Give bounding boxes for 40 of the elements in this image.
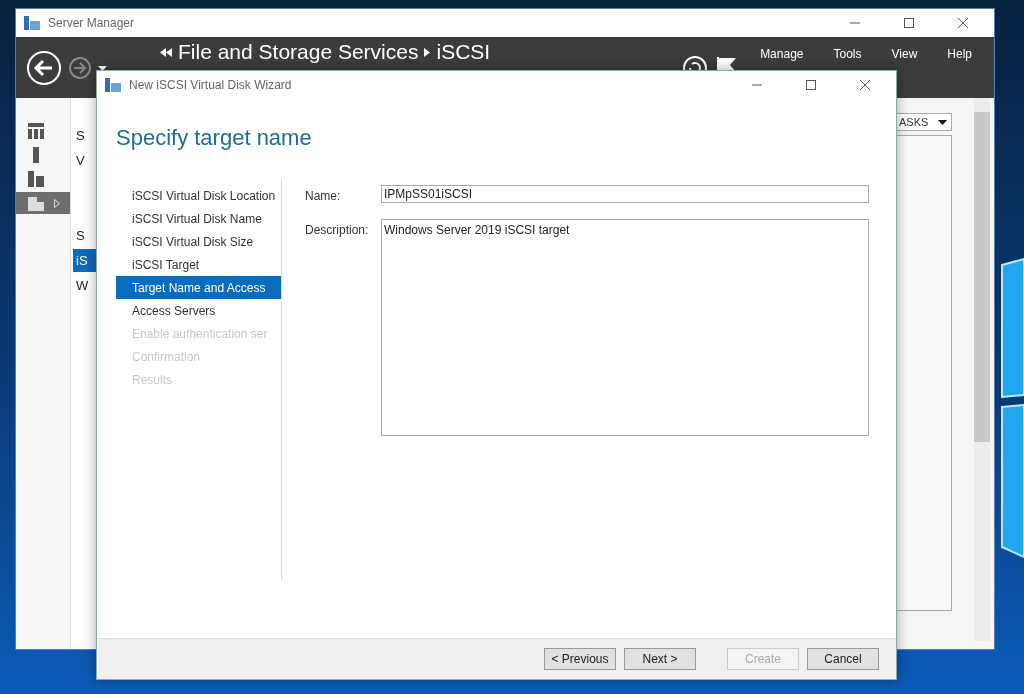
dropdown-arrow-icon: [938, 119, 947, 125]
description-input[interactable]: Windows Server 2019 iSCSI target: [381, 219, 869, 436]
tasks-dropdown[interactable]: ASKS: [894, 113, 952, 131]
wizard-step[interactable]: Access Servers: [116, 299, 281, 322]
field-label: Description:: [305, 222, 370, 239]
wizard-step[interactable]: iSCSI Virtual Disk Size: [116, 230, 281, 253]
wizard-button[interactable]: Next >: [624, 648, 696, 670]
breadcrumb-item[interactable]: iSCSI: [436, 40, 491, 64]
window-title: Server Manager: [48, 16, 136, 30]
field-label: Name:: [305, 188, 342, 203]
storage-icon: [28, 195, 44, 211]
nav-item[interactable]: [16, 192, 70, 214]
server-manager-icon: [24, 16, 40, 30]
scrollbar[interactable]: [974, 98, 990, 641]
forward-button[interactable]: [68, 55, 92, 80]
servers-icon: [28, 171, 44, 187]
dashboard-icon: [28, 123, 44, 139]
wizard-step[interactable]: iSCSI Virtual Disk Name: [116, 207, 281, 230]
maximize-icon[interactable]: [806, 80, 816, 90]
wizard-icon: [105, 78, 121, 92]
menu-item[interactable]: Manage: [748, 47, 816, 61]
page-heading: Specify target name: [115, 124, 313, 152]
dialog-title: New iSCSI Virtual Disk Wizard: [129, 78, 293, 92]
breadcrumb-separator-icon: [424, 48, 431, 57]
wizard-button[interactable]: Cancel: [807, 648, 879, 670]
expand-arrow-icon: [54, 198, 60, 208]
menu-item[interactable]: Tools: [821, 47, 874, 61]
wizard-button[interactable]: < Previous: [544, 648, 616, 670]
menu-item[interactable]: Help: [935, 47, 984, 61]
menu-item[interactable]: View: [879, 47, 930, 61]
close-icon[interactable]: [860, 80, 870, 90]
back-button[interactable]: [26, 49, 62, 86]
double-arrow-icon[interactable]: [160, 48, 172, 57]
wizard-step[interactable]: iSCSI Target: [116, 253, 281, 276]
close-icon[interactable]: [958, 18, 968, 28]
breadcrumb-item[interactable]: File and Storage Services: [178, 40, 419, 64]
maximize-icon[interactable]: [904, 18, 914, 28]
wizard-step[interactable]: iSCSI Virtual Disk Location: [116, 184, 281, 207]
name-input[interactable]: IPMpSS01iSCSI: [381, 185, 869, 203]
wizard-step[interactable]: Target Name and Access: [116, 276, 281, 299]
